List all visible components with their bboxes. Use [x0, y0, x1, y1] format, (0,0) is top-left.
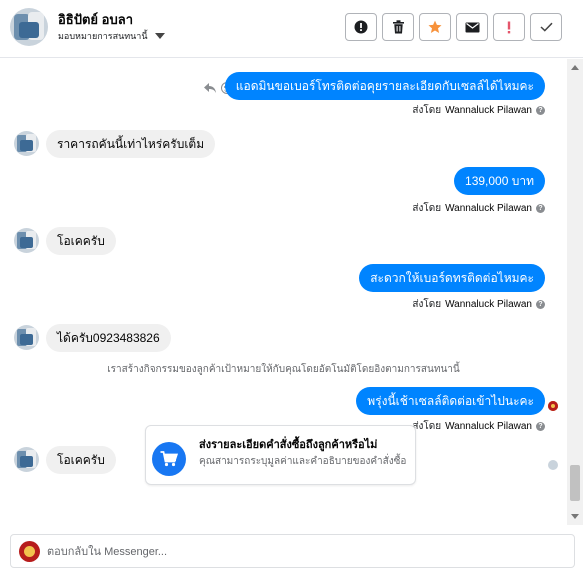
cart-icon	[152, 442, 186, 476]
help-icon[interactable]: ?	[536, 204, 545, 213]
sender-info: ส่งโดย Wannaluck Pilawan ?	[412, 201, 545, 216]
delete-button[interactable]	[382, 13, 414, 41]
caret-down-icon	[154, 33, 165, 39]
message-bubble-outgoing[interactable]: แอดมินขอเบอร์โทรติดต่อคุยรายละเอียดกับเซ…	[224, 72, 545, 100]
reply-input[interactable]	[47, 541, 557, 563]
star-icon	[428, 20, 442, 33]
contact-name[interactable]: อิธิปัตย์ อบลา	[58, 9, 133, 30]
contact-avatar-small	[14, 325, 39, 350]
card-subtitle: คุณสามารถระบุมูลค่าและคำอธิบายของคำสั่งซ…	[199, 456, 407, 467]
help-icon[interactable]: ?	[536, 422, 545, 431]
scroll-down-arrow-icon[interactable]	[571, 514, 579, 519]
conversation-toolbar	[345, 13, 562, 41]
sender-info: ส่งโดย Wannaluck Pilawan ?	[412, 419, 545, 434]
alert-circle-icon	[354, 20, 368, 34]
contact-avatar[interactable]	[10, 8, 48, 46]
trash-icon	[392, 20, 404, 34]
contact-avatar-small	[14, 228, 39, 253]
follow-up-button[interactable]	[493, 13, 525, 41]
help-icon[interactable]: ?	[536, 106, 545, 115]
scroll-up-arrow-icon[interactable]	[571, 65, 579, 70]
sender-info: ส่งโดย Wannaluck Pilawan ?	[412, 297, 545, 312]
contact-avatar-small	[14, 447, 39, 472]
message-thread: แอดมินขอเบอร์โทรติดต่อคุยรายละเอียดกับเซ…	[0, 59, 567, 525]
reply-composer	[10, 534, 575, 568]
assign-conversation-dropdown[interactable]: มอบหมายการสนทนานี้	[58, 29, 165, 43]
conversation-header: อิธิปัตย์ อบลา มอบหมายการสนทนานี้	[0, 0, 583, 58]
message-bubble-incoming[interactable]: ได้ครับ0923483826	[46, 324, 171, 352]
seen-by-contact-avatar	[548, 460, 558, 470]
sender-info: ส่งโดย Wannaluck Pilawan ?	[412, 103, 545, 118]
help-icon[interactable]: ?	[536, 300, 545, 309]
star-button[interactable]	[419, 13, 451, 41]
message-bubble-outgoing[interactable]: พรุ่งนี้เช้าเซลล์ติดต่อเข้าไปนะคะ	[356, 387, 545, 415]
contact-avatar-small	[14, 131, 39, 156]
envelope-icon	[465, 22, 479, 32]
scroll-thumb[interactable]	[570, 465, 580, 501]
mark-unread-button[interactable]	[456, 13, 488, 41]
message-bubble-incoming[interactable]: โอเคครับ	[46, 227, 116, 255]
exclamation-icon	[507, 21, 511, 33]
page-avatar	[19, 541, 40, 562]
system-activity-note: เราสร้างกิจกรรมของลูกค้าเป้าหมายให้กับคุ…	[107, 364, 460, 375]
check-icon	[539, 22, 553, 32]
reply-icon[interactable]	[203, 82, 217, 94]
message-bubble-incoming[interactable]: โอเคครับ	[46, 446, 116, 474]
message-bubble-incoming[interactable]: ราคารถคันนี้เท่าไหร่ครับเต็ม	[46, 130, 216, 158]
message-bubble-outgoing[interactable]: สะดวกให้เบอร์ดทรติดต่อไหมคะ	[359, 264, 545, 292]
assign-label: มอบหมายการสนทนานี้	[58, 31, 148, 41]
spam-button[interactable]	[345, 13, 377, 41]
card-title: ส่งรายละเอียดคำสั่งซื้อถึงลูกค้าหรือไม่	[199, 439, 378, 451]
message-bubble-outgoing[interactable]: 139,000 บาท	[454, 167, 545, 195]
order-details-card[interactable]: ส่งรายละเอียดคำสั่งซื้อถึงลูกค้าหรือไม่ …	[145, 425, 416, 485]
message-scrollbar[interactable]	[567, 59, 583, 525]
done-button[interactable]	[530, 13, 562, 41]
read-receipt-avatar	[548, 401, 558, 411]
